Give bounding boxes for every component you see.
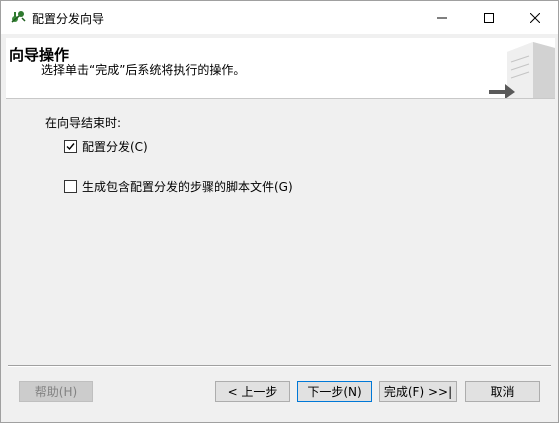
next-button[interactable]: 下一步(N) xyxy=(297,381,372,402)
generate-script-checkbox[interactable] xyxy=(64,180,77,193)
back-button[interactable]: < 上一步 xyxy=(215,381,290,402)
wizard-header-banner: 向导操作 选择单击“完成”后系统将执行的操作。 xyxy=(6,38,555,99)
help-button[interactable]: 帮助(H) xyxy=(19,381,93,402)
footer-separator xyxy=(8,365,551,367)
configure-distribution-option[interactable]: 配置分发(C) xyxy=(64,138,148,155)
window-title: 配置分发向导 xyxy=(32,12,105,26)
maximize-button[interactable] xyxy=(466,1,512,34)
finish-button[interactable]: 完成(F) >>| xyxy=(379,381,457,402)
wizard-window: 配置分发向导 向导操作 选择单击“完成”后系统将执行的操作。 在向导结束时: 配… xyxy=(0,0,559,423)
generate-script-label: 生成包含配置分发的步骤的脚本文件(G) xyxy=(82,180,293,194)
close-icon xyxy=(530,12,540,23)
title-bar[interactable]: 配置分发向导 xyxy=(1,1,558,34)
wizard-app-icon xyxy=(11,11,26,23)
checkmark-icon xyxy=(66,143,75,151)
page-subtitle: 选择单击“完成”后系统将执行的操作。 xyxy=(41,63,246,77)
server-illustration-icon xyxy=(489,42,555,98)
configure-distribution-label: 配置分发(C) xyxy=(82,140,148,154)
minimize-button[interactable] xyxy=(419,1,465,34)
maximize-icon xyxy=(484,12,494,23)
close-button[interactable] xyxy=(512,1,558,34)
at-finish-label: 在向导结束时: xyxy=(45,116,122,130)
cancel-button[interactable]: 取消 xyxy=(465,381,540,402)
minimize-icon xyxy=(437,17,447,18)
generate-script-option[interactable]: 生成包含配置分发的步骤的脚本文件(G) xyxy=(64,178,293,195)
configure-distribution-checkbox[interactable] xyxy=(64,140,77,153)
